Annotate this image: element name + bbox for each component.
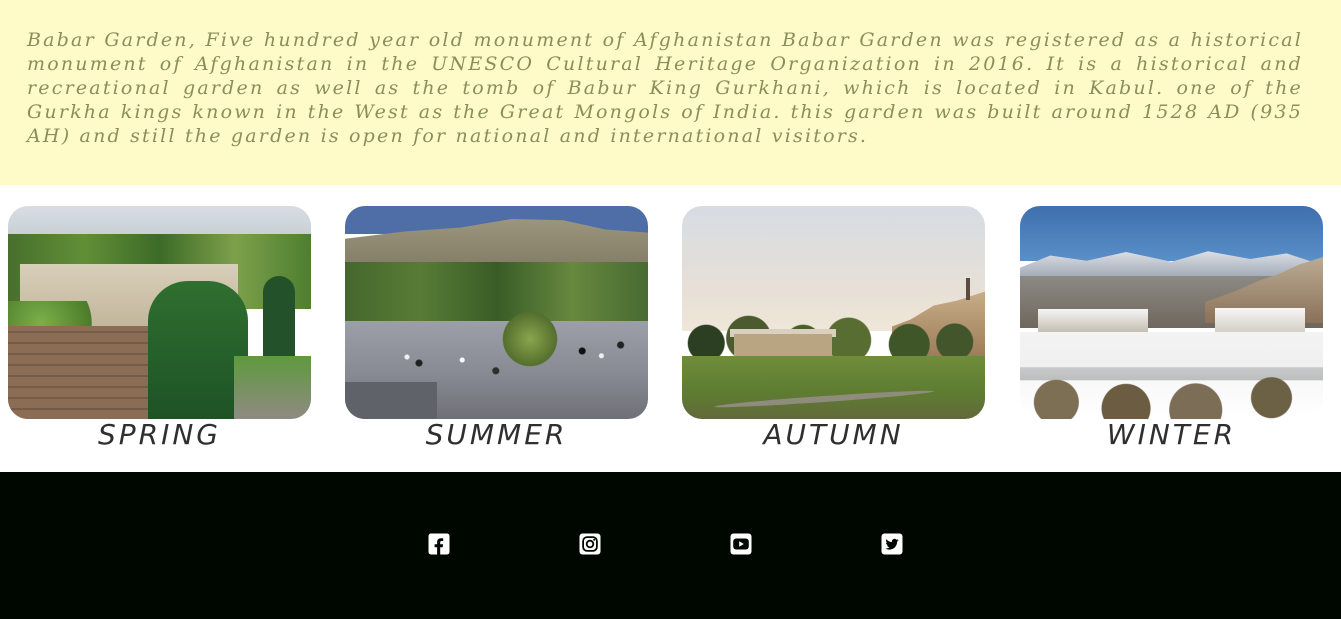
- summer-photo-card[interactable]: [345, 206, 648, 419]
- instagram-icon[interactable]: [578, 532, 602, 556]
- summer-garden-photo: [345, 206, 648, 419]
- youtube-icon[interactable]: [729, 532, 753, 556]
- season-label-autumn: AUTUMN: [763, 418, 904, 451]
- autumn-garden-photo: [682, 206, 985, 419]
- season-label-spring: SPRING: [97, 418, 221, 451]
- winter-garden-photo: [1020, 206, 1323, 419]
- facebook-icon[interactable]: [427, 532, 451, 556]
- autumn-photo-card[interactable]: [682, 206, 985, 419]
- spring-photo-card[interactable]: [8, 206, 311, 419]
- intro-section: Babar Garden, Five hundred year old monu…: [0, 0, 1341, 185]
- spring-garden-photo: [8, 206, 311, 419]
- garden-description: Babar Garden, Five hundred year old monu…: [27, 29, 1303, 147]
- season-gallery: SPRING SUMMER AUTUMN WINTER: [0, 185, 1341, 472]
- season-label-summer: SUMMER: [425, 418, 568, 451]
- twitter-icon[interactable]: [880, 532, 904, 556]
- winter-photo-card[interactable]: [1020, 206, 1323, 419]
- season-label-winter: WINTER: [1106, 418, 1237, 451]
- site-footer: [0, 472, 1341, 619]
